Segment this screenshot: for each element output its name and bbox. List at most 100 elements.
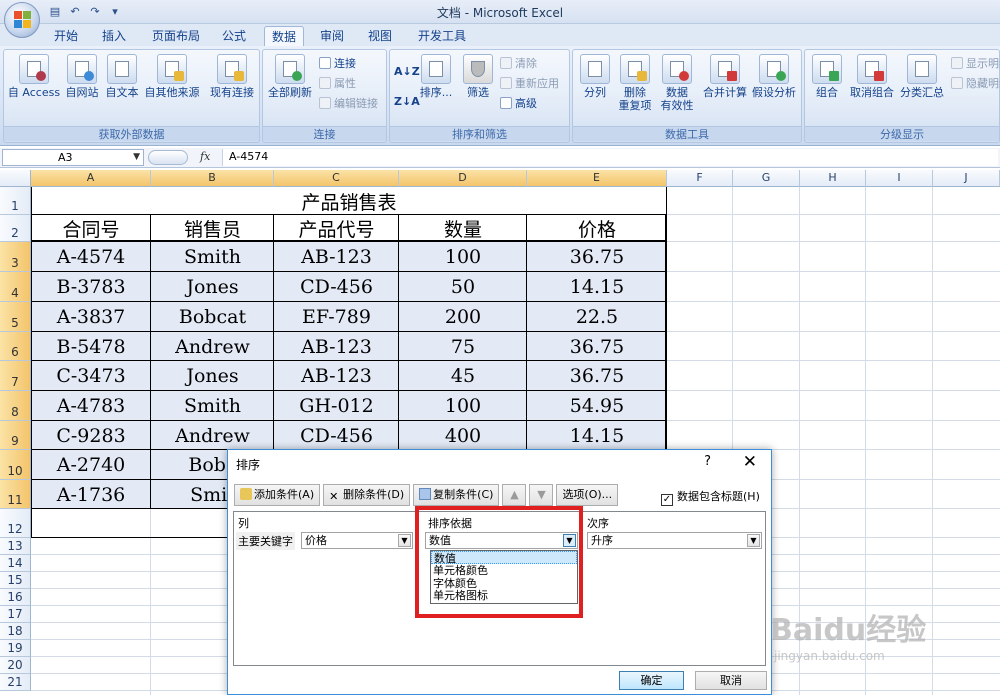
column-header-b[interactable]: B xyxy=(151,170,274,187)
table-header-cell[interactable]: 产品代号 xyxy=(274,215,399,242)
table-cell[interactable]: 22.5 xyxy=(527,302,667,332)
table-header-cell[interactable]: 销售员 xyxy=(151,215,274,242)
table-cell[interactable]: A-3837 xyxy=(31,302,151,332)
select-all-corner[interactable] xyxy=(0,170,31,187)
consolidate-button[interactable]: 合并计算 xyxy=(701,54,749,99)
table-cell[interactable]: AB-123 xyxy=(274,361,399,391)
row-header-8[interactable]: 8 xyxy=(0,391,31,421)
tab-data[interactable]: 数据 xyxy=(264,26,304,46)
table-cell[interactable]: Jones xyxy=(151,272,274,302)
table-header-cell[interactable]: 价格 xyxy=(527,215,667,242)
row-header-14[interactable]: 14 xyxy=(0,555,31,572)
table-cell[interactable]: 75 xyxy=(399,332,527,361)
table-cell[interactable]: Smith xyxy=(151,391,274,421)
table-cell[interactable]: GH-012 xyxy=(274,391,399,421)
copy-level-button[interactable]: 复制条件(C) xyxy=(413,484,500,506)
table-cell[interactable]: A-1736 xyxy=(31,480,151,509)
chevron-down-icon[interactable]: ▼ xyxy=(398,534,411,547)
tab-review[interactable]: 审阅 xyxy=(316,26,348,46)
has-headers-checkbox[interactable]: ✓ 数据包含标题(H) xyxy=(661,488,760,506)
table-header-cell[interactable]: 数量 xyxy=(399,215,527,242)
column-header-d[interactable]: D xyxy=(399,170,527,187)
table-cell[interactable]: Jones xyxy=(151,361,274,391)
sort-order-select[interactable]: 升序 ▼ xyxy=(587,532,762,549)
row-header-4[interactable]: 4 xyxy=(0,272,31,302)
row-header-6[interactable]: 6 xyxy=(0,332,31,361)
properties-button[interactable]: 属性 xyxy=(319,76,356,92)
tab-home[interactable]: 开始 xyxy=(50,26,82,46)
table-header-cell[interactable]: 合同号 xyxy=(31,215,151,242)
table-cell[interactable]: 54.95 xyxy=(527,391,667,421)
name-box-dropdown-icon[interactable]: ▼ xyxy=(133,150,140,165)
data-validation-button[interactable]: 数据 有效性 xyxy=(655,54,699,112)
close-icon[interactable]: ✕ xyxy=(743,452,757,472)
existing-connections-button[interactable]: 现有连接 xyxy=(206,54,258,99)
table-cell[interactable]: AB-123 xyxy=(274,332,399,361)
table-cell[interactable]: B-3783 xyxy=(31,272,151,302)
row-header-5[interactable]: 5 xyxy=(0,302,31,332)
table-cell[interactable]: B-5478 xyxy=(31,332,151,361)
column-header-e[interactable]: E xyxy=(527,170,667,187)
column-header-j[interactable]: J xyxy=(933,170,1000,187)
table-cell[interactable]: 100 xyxy=(399,391,527,421)
table-cell[interactable]: 14.15 xyxy=(527,272,667,302)
table-cell[interactable]: 200 xyxy=(399,302,527,332)
sort-button[interactable]: 排序... xyxy=(416,54,456,99)
table-cell[interactable]: Andrew xyxy=(151,332,274,361)
from-other-sources-button[interactable]: 自其他来源 xyxy=(142,54,202,99)
formula-input[interactable]: A-4574 xyxy=(222,149,998,166)
table-cell[interactable]: CD-456 xyxy=(274,272,399,302)
clear-button[interactable]: 清除 xyxy=(500,56,537,72)
row-header-15[interactable]: 15 xyxy=(0,572,31,589)
office-button[interactable] xyxy=(4,2,40,38)
table-cell[interactable]: Smith xyxy=(151,242,274,272)
formula-cancel-enter[interactable] xyxy=(148,150,188,165)
row-header-9[interactable]: 9 xyxy=(0,421,31,450)
table-cell[interactable]: Bobcat xyxy=(151,302,274,332)
connections-button[interactable]: 连接 xyxy=(319,56,356,72)
help-icon[interactable]: ? xyxy=(704,454,711,469)
table-cell[interactable]: A-2740 xyxy=(31,450,151,480)
table-cell[interactable]: 50 xyxy=(399,272,527,302)
chevron-down-icon[interactable]: ▼ xyxy=(747,534,760,547)
options-button[interactable]: 选项(O)... xyxy=(556,484,619,506)
show-detail-button[interactable]: 显示明细 xyxy=(951,56,1000,72)
row-header-10[interactable]: 10 xyxy=(0,450,31,480)
row-header-16[interactable]: 16 xyxy=(0,589,31,606)
table-cell[interactable]: 14.15 xyxy=(527,421,667,450)
row-header-17[interactable]: 17 xyxy=(0,606,31,623)
column-header-f[interactable]: F xyxy=(667,170,733,187)
column-header-c[interactable]: C xyxy=(274,170,399,187)
name-box[interactable]: A3 ▼ xyxy=(2,149,144,166)
row-header-3[interactable]: 3 xyxy=(0,242,31,272)
move-up-button[interactable]: ▲ xyxy=(502,484,527,506)
table-cell[interactable]: 36.75 xyxy=(527,332,667,361)
table-cell[interactable]: C-9283 xyxy=(31,421,151,450)
row-header-11[interactable]: 11 xyxy=(0,480,31,509)
table-cell[interactable]: A-4783 xyxy=(31,391,151,421)
table-cell[interactable]: A-4574 xyxy=(31,242,151,272)
row-header-13[interactable]: 13 xyxy=(0,538,31,555)
from-access-button[interactable]: 自 Access xyxy=(6,54,62,99)
row-header-20[interactable]: 20 xyxy=(0,657,31,674)
sort-column-select[interactable]: 价格 ▼ xyxy=(301,532,413,549)
table-cell[interactable]: 45 xyxy=(399,361,527,391)
refresh-all-button[interactable]: 全部刷新 xyxy=(265,54,315,99)
insert-function-icon[interactable]: fx xyxy=(200,150,210,163)
reapply-button[interactable]: 重新应用 xyxy=(500,76,559,92)
advanced-button[interactable]: 高级 xyxy=(500,96,537,112)
tab-page-layout[interactable]: 页面布局 xyxy=(148,26,204,46)
table-cell[interactable]: EF-789 xyxy=(274,302,399,332)
group-button[interactable]: 组合 xyxy=(807,54,847,99)
row-header-12[interactable]: 12 xyxy=(0,509,31,538)
filter-button[interactable]: 筛选 xyxy=(460,54,496,99)
move-down-button[interactable]: ▼ xyxy=(529,484,554,506)
from-web-button[interactable]: 自网站 xyxy=(62,54,102,99)
remove-duplicates-button[interactable]: 删除 重复项 xyxy=(615,54,655,112)
row-header-7[interactable]: 7 xyxy=(0,361,31,391)
column-header-i[interactable]: I xyxy=(866,170,933,187)
ok-button[interactable]: 确定 xyxy=(619,671,684,690)
table-cell[interactable]: AB-123 xyxy=(274,242,399,272)
add-level-button[interactable]: 添加条件(A) xyxy=(234,484,321,506)
row-header-21[interactable]: 21 xyxy=(0,674,31,691)
